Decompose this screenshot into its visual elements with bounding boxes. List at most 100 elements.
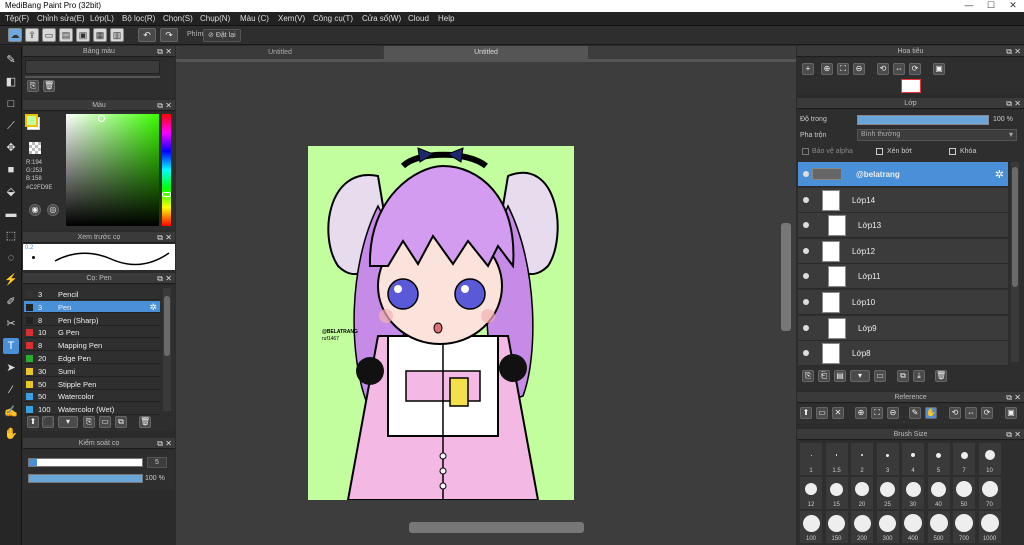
tab-untitled-2[interactable]: Untitled — [384, 46, 588, 59]
brush-size-cell[interactable]: 3 — [876, 443, 899, 475]
brush-row[interactable]: 50 Watercolor — [24, 390, 160, 403]
brush-size-cell[interactable]: 10 — [978, 443, 1001, 475]
brush-size-cell[interactable]: 70 — [978, 477, 1001, 509]
move-tool-icon[interactable]: ✥ — [3, 140, 19, 156]
gradient-tool-icon[interactable]: ▬ — [3, 206, 19, 222]
visibility-eye-icon[interactable] — [803, 247, 809, 254]
gear-icon[interactable]: ✲ — [995, 168, 1004, 181]
menu-filter[interactable]: Bộ lọc(R) — [122, 14, 155, 23]
bucket-tool-icon[interactable]: ⬙ — [3, 184, 19, 200]
layer-row[interactable]: Lớp13 — [798, 213, 1008, 239]
brush-size-cell[interactable]: 15 — [825, 477, 848, 509]
window-icon[interactable]: ▣ — [933, 63, 945, 75]
panel-restore-icon[interactable]: ⧉ — [157, 46, 163, 57]
reference-rotate-left-icon[interactable]: ⟲ — [949, 407, 961, 419]
grid-icon[interactable]: ▦ — [93, 28, 107, 42]
layer-scroll-thumb[interactable] — [1012, 167, 1018, 287]
panel-close-icon[interactable]: ✕ — [165, 232, 172, 243]
layer-opacity-slider[interactable] — [857, 115, 989, 125]
layout-icon[interactable]: ▥ — [110, 28, 124, 42]
canvas-area[interactable]: Untitled Untitled @BELATRANG ruf1467 — [176, 46, 796, 545]
layer-row[interactable]: Lớp11 — [798, 264, 1008, 290]
copy-brush-icon[interactable]: ⎘ — [83, 416, 95, 428]
chat-icon[interactable]: ▭ — [42, 28, 56, 42]
menu-edit[interactable]: Chỉnh sửa(E) — [37, 14, 85, 23]
select-tool-icon[interactable]: ⬚ — [3, 228, 19, 244]
panel-close-icon[interactable]: ✕ — [165, 100, 172, 111]
brush-size-cell[interactable]: 150 — [825, 511, 848, 543]
brush-size-cell[interactable]: 40 — [927, 477, 950, 509]
panel-restore-icon[interactable]: ⧉ — [157, 100, 163, 111]
hue-slider-handle[interactable] — [162, 192, 171, 197]
new-halftone-layer-icon[interactable]: ⎗ — [818, 370, 830, 382]
brush-row[interactable]: 3 Pen ✲ — [24, 300, 160, 313]
panel-close-icon[interactable]: ✕ — [165, 438, 172, 449]
brush-size-cell[interactable]: 100 — [800, 511, 822, 543]
color-bar-strip[interactable] — [25, 60, 160, 74]
brush-size-cell[interactable]: 2 — [851, 443, 873, 475]
eyedropper-tool-icon[interactable]: ⁄ — [3, 382, 19, 398]
rotate-left-icon[interactable]: ⟲ — [877, 63, 889, 75]
brush-row[interactable]: 50 Stipple Pen — [24, 377, 160, 390]
panel-close-icon[interactable]: ✕ — [1014, 429, 1021, 440]
panel-close-icon[interactable]: ✕ — [1014, 392, 1021, 403]
merge-layer-icon[interactable]: ⤓ — [913, 370, 925, 382]
brush-row[interactable]: 30 Sumi — [24, 364, 160, 377]
panel-restore-icon[interactable]: ⧉ — [1006, 429, 1012, 440]
panel-restore-icon[interactable]: ⧉ — [157, 438, 163, 449]
color-bar-scroll[interactable] — [25, 76, 160, 78]
color-picker-cursor[interactable] — [98, 115, 105, 122]
new-page-icon[interactable]: ⎘ — [27, 80, 39, 92]
foreground-color-swatch[interactable] — [25, 114, 38, 127]
brush-size-cell[interactable]: 4 — [902, 443, 924, 475]
lasso-tool-icon[interactable]: ◌ — [3, 250, 19, 266]
panel-restore-icon[interactable]: ⧉ — [1006, 98, 1012, 109]
zoom-in-icon[interactable]: + — [802, 63, 814, 75]
reference-close-icon[interactable]: ✕ — [832, 407, 844, 419]
menu-tools[interactable]: Công cụ(T) — [313, 14, 353, 23]
brush-size-cell[interactable]: 50 — [953, 477, 975, 509]
layer-folder-icon[interactable]: ▭ — [874, 370, 886, 382]
reference-upload-icon[interactable]: ⬆ — [800, 407, 812, 419]
menu-window[interactable]: Cửa sổ(W) — [362, 14, 401, 23]
menu-layer[interactable]: Lớp(L) — [90, 14, 114, 23]
zoom-out-icon[interactable]: ⊖ — [853, 63, 865, 75]
brush-size-cell[interactable]: 30 — [902, 477, 924, 509]
menu-view[interactable]: Xem(V) — [278, 14, 305, 23]
hand-tool-icon[interactable]: ✋ — [3, 426, 19, 442]
visibility-eye-icon[interactable] — [803, 350, 809, 357]
layer-row[interactable]: Lớp12 — [798, 238, 1008, 264]
duplicate-icon[interactable]: ⧉ — [115, 416, 127, 428]
cloud-icon[interactable]: ☁ — [8, 28, 22, 42]
reset-button[interactable]: ⊘ Đặt lại — [203, 29, 241, 42]
panel-restore-icon[interactable]: ⧉ — [157, 273, 163, 284]
brush-row[interactable]: 20 Edge Pen — [24, 352, 160, 364]
brush-size-cell[interactable]: 300 — [876, 511, 899, 543]
panel-close-icon[interactable]: ✕ — [1014, 98, 1021, 109]
text-tool-icon[interactable]: T — [3, 338, 19, 354]
layer-row[interactable]: Lớp9 — [798, 315, 1008, 341]
brush-row[interactable]: 100 Watercolor (Wet) — [24, 403, 160, 416]
panel-close-icon[interactable]: ✕ — [165, 273, 172, 284]
reference-rotate-right-icon[interactable]: ⟳ — [981, 407, 993, 419]
panel-close-icon[interactable]: ✕ — [165, 46, 172, 57]
transparent-color-icon[interactable] — [29, 142, 41, 154]
reference-zoom-in-icon[interactable]: ⊕ — [855, 407, 867, 419]
brush-size-cell[interactable]: 700 — [953, 511, 975, 543]
layer-row[interactable]: Lớp14 — [798, 187, 1008, 213]
tab-untitled-1[interactable]: Untitled — [178, 46, 382, 59]
flip-icon[interactable]: ⇔ — [893, 63, 905, 75]
eraser-tool-icon[interactable]: ◧ — [3, 74, 19, 90]
delete-brush-icon[interactable]: 🗑 — [139, 416, 151, 428]
new-layer-icon[interactable]: ⎘ — [802, 370, 814, 382]
brush-row[interactable]: 8 Pen (Sharp) — [24, 313, 160, 326]
artwork-canvas[interactable]: @BELATRANG ruf1467 — [308, 146, 574, 500]
brush-size-cell[interactable]: 25 — [876, 477, 899, 509]
brush-size-cell[interactable]: 20 — [851, 477, 873, 509]
minimize-button[interactable]: — — [958, 0, 980, 12]
redo-icon[interactable]: ↷ — [160, 28, 178, 42]
palette-icon[interactable]: ◉ — [29, 204, 41, 216]
upload-icon[interactable]: ⇪ — [25, 28, 39, 42]
protect-alpha-checkbox[interactable] — [802, 148, 809, 155]
new-8bit-layer-icon[interactable]: ▤ — [834, 370, 846, 382]
